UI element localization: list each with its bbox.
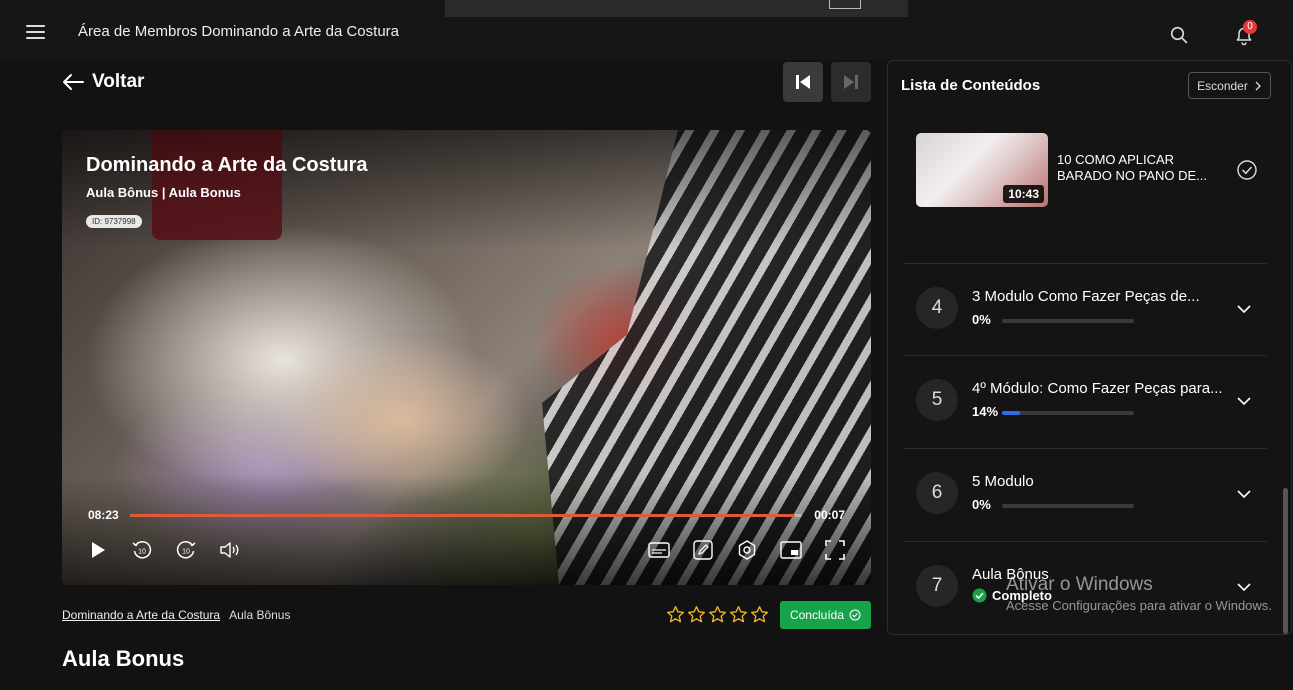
edit-note-icon (693, 540, 713, 560)
fullscreen-button[interactable] (823, 538, 847, 562)
picture-in-picture-button[interactable] (779, 538, 803, 562)
hamburger-menu-icon[interactable] (26, 25, 45, 41)
chevron-right-icon (1255, 81, 1261, 90)
star-icon[interactable] (708, 605, 727, 624)
gear-icon (738, 540, 756, 560)
play-icon (92, 542, 105, 558)
volume-button[interactable] (218, 538, 242, 562)
svg-text:10: 10 (138, 549, 146, 556)
breadcrumb: Dominando a Arte da Costura Aula Bônus (62, 608, 290, 622)
sidebar-scrollbar[interactable] (1283, 488, 1288, 634)
module-item[interactable]: 5 4º Módulo: Como Fazer Peças para... 14… (904, 355, 1267, 447)
module-name: 3 Modulo Como Fazer Peças de... (972, 288, 1200, 305)
star-icon[interactable] (750, 605, 769, 624)
star-icon[interactable] (729, 605, 748, 624)
module-progress-bar (1002, 411, 1134, 415)
hide-list-label: Esconder (1197, 78, 1248, 93)
check-circle-icon (1237, 160, 1257, 180)
completed-label: Concluída (789, 608, 845, 622)
fullscreen-icon (825, 540, 845, 560)
module-name: 5 Modulo (972, 473, 1034, 490)
notification-badge: 0 (1243, 20, 1257, 34)
skip-previous-icon (796, 75, 810, 89)
breadcrumb-module: Aula Bônus (229, 608, 291, 622)
chevron-down-icon[interactable] (1235, 392, 1253, 410)
subtitles-icon (648, 542, 670, 558)
video-subtitle: Aula Bônus | Aula Bonus (86, 185, 241, 200)
skip-next-icon (844, 75, 858, 89)
watermark-line1: Ativar o Windows (1006, 574, 1153, 595)
breadcrumb-course-link[interactable]: Dominando a Arte da Costura (62, 608, 220, 622)
play-button[interactable] (86, 538, 110, 562)
lesson-item-title: 10 COMO APLICAR BARADO NO PANO DE... (1057, 152, 1208, 183)
lesson-title: Aula Bonus (62, 646, 185, 671)
forward-10-icon: 10 (176, 541, 196, 559)
current-time: 08:23 (88, 508, 119, 522)
content-list-title: Lista de Conteúdos (901, 77, 1041, 94)
module-name: 4º Módulo: Como Fazer Peças para... (972, 380, 1223, 397)
hide-list-button[interactable]: Esconder (1188, 72, 1271, 99)
module-number: 6 (916, 472, 958, 514)
completed-button[interactable]: Concluída (780, 601, 871, 629)
volume-icon (220, 542, 239, 558)
rating-stars (666, 605, 769, 624)
module-progress-bar (1002, 319, 1134, 323)
module-percent: 0% (972, 497, 991, 512)
module-item[interactable]: 4 3 Modulo Como Fazer Peças de... 0% (904, 263, 1267, 355)
picture-in-picture-icon (780, 541, 802, 559)
subtitles-button[interactable] (647, 538, 671, 562)
rewind-10-icon: 10 (132, 541, 152, 559)
module-percent: 0% (972, 312, 991, 327)
previous-lesson-button[interactable] (783, 62, 823, 102)
forward-10-button[interactable]: 10 (174, 538, 198, 562)
watermark-line2: Acesse Configurações para ativar o Windo… (1006, 598, 1272, 613)
back-label: Voltar (92, 71, 145, 92)
settings-button[interactable] (735, 538, 759, 562)
seek-bar[interactable] (130, 514, 802, 517)
content-list-panel: Lista de Conteúdos Esconder 10:43 10 COM… (887, 60, 1292, 635)
lesson-duration: 10:43 (1003, 185, 1044, 203)
remaining-time: 00:07 (814, 508, 845, 522)
app-title: Área de Membros Dominando a Arte da Cost… (78, 23, 399, 40)
star-icon[interactable] (666, 605, 685, 624)
module-item[interactable]: 6 5 Modulo 0% (904, 448, 1267, 540)
top-strip (445, 0, 908, 17)
arrow-left-icon (63, 74, 84, 90)
star-icon[interactable] (687, 605, 706, 624)
notes-button[interactable] (691, 538, 715, 562)
check-circle-icon (849, 609, 861, 621)
next-lesson-button[interactable] (831, 62, 871, 102)
chevron-down-icon[interactable] (1235, 300, 1253, 318)
module-number: 7 (916, 565, 958, 607)
seek-bar-fill (130, 514, 796, 517)
svg-text:10: 10 (182, 549, 190, 556)
strip-box (829, 0, 861, 9)
module-number: 5 (916, 379, 958, 421)
back-button[interactable]: Voltar (62, 70, 144, 94)
video-id-badge: ID: 9737998 (86, 215, 142, 228)
windows-activation-watermark: Ativar o Windows Acesse Configurações pa… (1006, 574, 1272, 613)
search-icon[interactable] (1170, 26, 1188, 44)
rewind-10-button[interactable]: 10 (130, 538, 154, 562)
module-progress-bar (1002, 504, 1134, 508)
video-player[interactable]: Dominando a Arte da Costura Aula Bônus |… (62, 130, 871, 585)
chevron-down-icon[interactable] (1235, 485, 1253, 503)
lesson-thumbnail: 10:43 (916, 133, 1048, 207)
video-title: Dominando a Arte da Costura (86, 154, 368, 176)
module-number: 4 (916, 287, 958, 329)
lesson-item[interactable]: 10:43 10 COMO APLICAR BARADO NO PANO DE.… (916, 133, 1266, 207)
module-percent: 14% (972, 404, 999, 419)
check-circle-icon (972, 588, 987, 603)
